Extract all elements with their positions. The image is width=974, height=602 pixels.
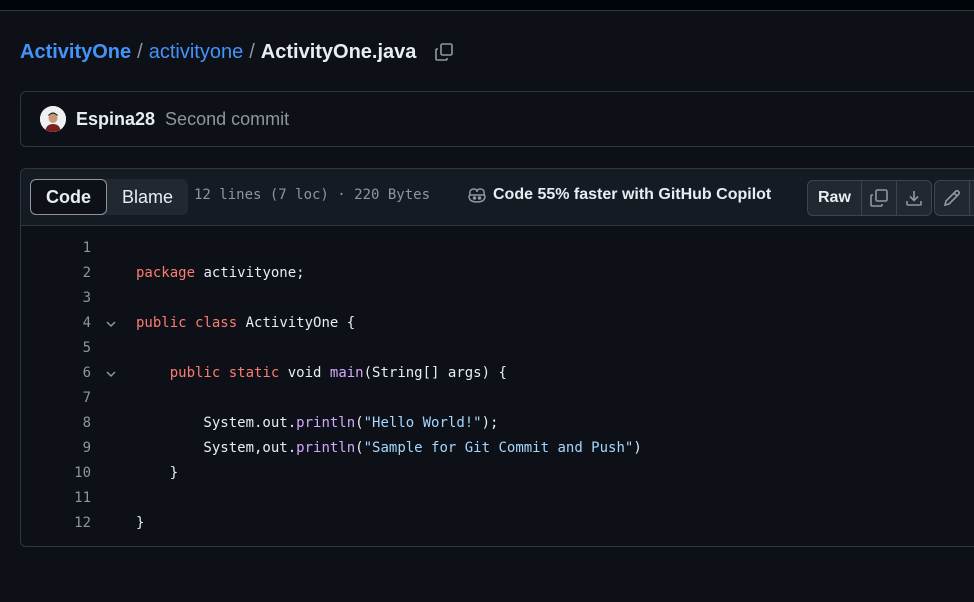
avatar[interactable] xyxy=(40,106,66,132)
copy-icon xyxy=(870,189,888,207)
copy-path-button[interactable] xyxy=(434,42,454,62)
code-token: (String[] args) { xyxy=(363,365,507,381)
code-token: } xyxy=(136,465,179,481)
commit-message[interactable]: Second commit xyxy=(165,109,289,130)
code-token: println xyxy=(296,440,356,456)
line-number[interactable]: 4 xyxy=(21,311,91,336)
commit-author[interactable]: Espina28 xyxy=(76,109,155,130)
copilot-promo-link[interactable]: Code 55% faster with GitHub Copilot xyxy=(467,186,771,204)
line-number[interactable]: 11 xyxy=(21,486,91,511)
edit-actions-group xyxy=(934,180,974,216)
code-token: "Hello World!" xyxy=(363,415,482,431)
raw-button[interactable]: Raw xyxy=(808,181,862,215)
latest-commit-box: Espina28 Second commit xyxy=(20,91,974,147)
code-line: 7 xyxy=(21,386,974,411)
file-info: 12 lines (7 loc) · 220 Bytes xyxy=(194,187,431,203)
code-token: package xyxy=(136,265,196,281)
line-number[interactable]: 8 xyxy=(21,411,91,436)
code-line: 8 System.out.println("Hello World!"); xyxy=(21,411,974,436)
tab-code[interactable]: Code xyxy=(30,179,107,215)
file-viewer: Code Blame 12 lines (7 loc) · 220 Bytes … xyxy=(20,168,974,547)
code-token: System,out. xyxy=(136,440,297,456)
code-token: ) xyxy=(633,440,642,456)
breadcrumb-separator: / xyxy=(137,40,143,63)
pencil-icon xyxy=(943,189,961,207)
view-toggle: Code Blame xyxy=(30,179,189,215)
top-bar xyxy=(0,0,974,11)
code-line: 5 xyxy=(21,336,974,361)
code-text: package activityone; xyxy=(136,261,305,286)
code-token: ( xyxy=(355,415,364,431)
download-icon xyxy=(906,191,922,206)
code-text: } xyxy=(136,511,144,536)
code-token: println xyxy=(296,415,356,431)
line-number[interactable]: 3 xyxy=(21,286,91,311)
code-line: 10 } xyxy=(21,461,974,486)
code-token: class xyxy=(195,315,238,331)
line-number[interactable]: 1 xyxy=(21,236,91,261)
code-token: ); xyxy=(481,415,499,431)
code-view: 1 2 package activityone; 3 4 public class Act… xyxy=(21,226,974,546)
code-line: 6 public static void main(String[] args)… xyxy=(21,361,974,386)
code-token: } xyxy=(136,515,145,531)
download-button[interactable] xyxy=(897,181,931,215)
code-line: 12} xyxy=(21,511,974,536)
code-text: System.out.println("Hello World!"); xyxy=(136,411,498,436)
code-token: "Sample for Git Commit and Push" xyxy=(363,440,634,456)
file-actions-group: Raw xyxy=(807,180,932,216)
copy-icon xyxy=(435,43,454,61)
tab-blame[interactable]: Blame xyxy=(107,179,188,215)
code-line: 1 xyxy=(21,236,974,261)
copilot-promo-text: Code 55% faster with GitHub Copilot xyxy=(493,186,772,203)
breadcrumb-repo-link[interactable]: ActivityOne xyxy=(20,41,131,64)
code-token: void xyxy=(279,365,330,381)
copilot-icon xyxy=(468,188,486,203)
breadcrumb: ActivityOne / activityone / ActivityOne.… xyxy=(20,38,454,66)
line-number[interactable]: 9 xyxy=(21,436,91,461)
breadcrumb-separator: / xyxy=(249,40,255,63)
code-token: activityone; xyxy=(195,265,305,281)
code-token: public xyxy=(136,315,187,331)
code-line: 3 xyxy=(21,286,974,311)
code-line: 2 package activityone; xyxy=(21,261,974,286)
code-token: static xyxy=(228,365,280,381)
code-line: 11 xyxy=(21,486,974,511)
user-avatar-icon xyxy=(40,106,66,132)
line-number[interactable]: 7 xyxy=(21,386,91,411)
code-text: public class ActivityOne { xyxy=(136,311,355,336)
chevron-down-icon[interactable] xyxy=(105,368,117,380)
file-header: Code Blame 12 lines (7 loc) · 220 Bytes … xyxy=(21,169,974,226)
edit-file-button[interactable] xyxy=(935,181,970,215)
code-line: 9 System,out.println("Sample for Git Com… xyxy=(21,436,974,461)
code-token: ActivityOne { xyxy=(237,315,356,331)
code-token: public xyxy=(169,365,221,381)
breadcrumb-file-name: ActivityOne.java xyxy=(260,40,417,63)
line-number[interactable]: 5 xyxy=(21,336,91,361)
line-number[interactable]: 10 xyxy=(21,461,91,486)
line-number[interactable]: 2 xyxy=(21,261,91,286)
code-text: } xyxy=(136,461,178,486)
code-token: System.out. xyxy=(136,415,297,431)
line-number[interactable]: 6 xyxy=(21,361,91,386)
chevron-down-icon[interactable] xyxy=(105,318,117,330)
code-text: System,out.println("Sample for Git Commi… xyxy=(136,436,642,461)
copy-raw-button[interactable] xyxy=(862,181,897,215)
code-text: public static void main(String[] args) { xyxy=(136,361,507,386)
code-token: main xyxy=(329,365,364,381)
code-token: ( xyxy=(355,440,364,456)
code-line: 4 public class ActivityOne { xyxy=(21,311,974,336)
line-number[interactable]: 12 xyxy=(21,511,91,536)
breadcrumb-folder-link[interactable]: activityone xyxy=(149,41,244,64)
